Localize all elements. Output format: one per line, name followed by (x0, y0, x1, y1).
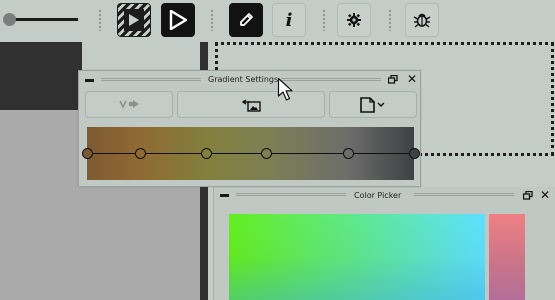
toolbar-grip[interactable] (322, 9, 326, 31)
gradient-settings-panel: Gradient Settings ✕ (78, 70, 421, 187)
restore-icon[interactable] (388, 75, 398, 84)
debug-button[interactable] (405, 3, 439, 37)
toolbar-grip[interactable] (388, 9, 392, 31)
pencil-icon (240, 13, 253, 26)
toolbar-grip[interactable] (210, 9, 214, 31)
gradient-stop-handle[interactable] (81, 148, 93, 159)
toolbar-grip[interactable] (98, 9, 102, 31)
color-picker-panel: Color Picker ✕ (213, 187, 555, 300)
viewport-dark-area (0, 42, 82, 110)
play-icon (169, 10, 187, 30)
gradient-preview[interactable] (81, 127, 420, 180)
minimize-icon[interactable] (220, 194, 229, 197)
info-icon: i (285, 9, 293, 31)
gradient-stop-handle[interactable] (200, 148, 212, 159)
info-button[interactable]: i (272, 3, 306, 37)
bug-icon (413, 13, 431, 28)
close-icon[interactable]: ✕ (540, 189, 550, 201)
gradient-from-image-button[interactable] (177, 91, 325, 118)
saturation-value-field[interactable] (229, 214, 485, 300)
gradient-stop-handle[interactable] (261, 148, 273, 159)
color-picker-titlebar[interactable]: Color Picker ✕ (214, 187, 555, 204)
panel-title: Color Picker (354, 191, 402, 200)
file-menu-icon (360, 96, 385, 113)
minimize-icon[interactable] (85, 79, 94, 82)
gradient-stop-handle[interactable] (408, 148, 420, 159)
play-striped-button[interactable] (117, 3, 151, 37)
gradient-stop-handle[interactable] (135, 148, 147, 159)
title-rule (101, 78, 201, 81)
main-toolbar: i (0, 0, 555, 42)
file-menu-button[interactable] (329, 91, 417, 118)
gradient-from-image-icon (241, 98, 261, 112)
settings-button[interactable] (337, 3, 371, 37)
play-striped-icon (124, 9, 144, 31)
hue-slider[interactable] (489, 214, 525, 300)
gradient-stop-handle[interactable] (343, 148, 355, 159)
mouse-cursor-icon (277, 77, 293, 101)
apply-gradient-icon (119, 99, 139, 109)
close-icon[interactable]: ✕ (407, 73, 417, 85)
title-rule (236, 193, 346, 196)
panel-title: Gradient Settings (208, 75, 279, 84)
play-button[interactable] (161, 3, 195, 37)
apply-gradient-button[interactable] (85, 91, 173, 118)
brush-size-slider-track[interactable] (10, 18, 78, 21)
gear-icon (347, 13, 361, 27)
title-rule (414, 193, 514, 196)
pencil-button[interactable] (229, 3, 263, 37)
restore-icon[interactable] (523, 191, 533, 200)
brush-size-slider-knob[interactable] (3, 13, 16, 26)
